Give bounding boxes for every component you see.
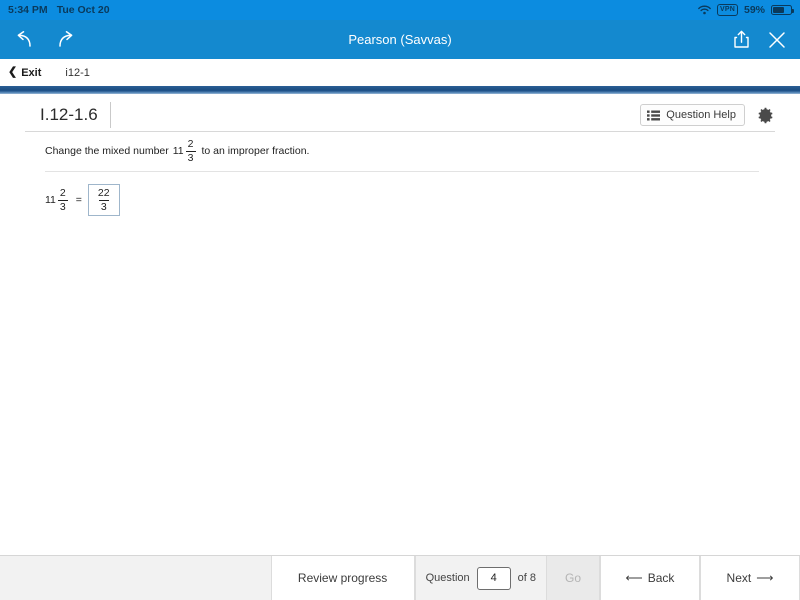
answer-mixed-numerator: 2 — [58, 188, 68, 200]
answer-input-box[interactable]: 22 3 — [88, 184, 120, 216]
question-number-input[interactable] — [477, 567, 511, 590]
app-title: Pearson (Savvas) — [0, 32, 800, 47]
app-toolbar-actions — [733, 30, 786, 49]
question-help-label: Question Help — [666, 109, 736, 121]
answer-row: 11 2 3 = 22 3 — [45, 184, 759, 216]
equals-sign: = — [76, 194, 82, 206]
question-help-button[interactable]: Question Help — [640, 104, 745, 126]
exercise-header-actions: Question Help — [640, 104, 774, 126]
breadcrumb: i12-1 — [65, 67, 89, 79]
status-bar-left: 5:34 PM Tue Oct 20 — [8, 4, 110, 16]
header-rule — [25, 131, 775, 132]
answer-entered-denominator[interactable]: 3 — [99, 200, 109, 213]
answer-mixed-denominator: 3 — [58, 200, 68, 213]
battery-icon — [771, 5, 792, 15]
question-divider — [45, 171, 759, 172]
question-mixed-whole: 11 — [173, 145, 184, 157]
exit-label: Exit — [21, 67, 41, 79]
answer-entered-numerator[interactable]: 22 — [96, 188, 112, 200]
back-label: Back — [648, 571, 675, 585]
exit-row: ❮ Exit i12-1 — [0, 59, 800, 86]
question-fraction-numerator: 2 — [186, 139, 196, 151]
question-prompt-before: Change the mixed number — [45, 145, 169, 157]
battery-percent: 59% — [744, 4, 765, 16]
back-button[interactable]: ⟵ Back — [600, 556, 700, 600]
next-button[interactable]: Next ⟶ — [700, 556, 800, 600]
wifi-icon — [698, 5, 711, 15]
answer-mixed-fraction: 2 3 — [58, 188, 68, 212]
forward-arrow-icon[interactable] — [56, 31, 76, 49]
status-bar-right: VPN 59% — [698, 4, 792, 16]
status-date: Tue Oct 20 — [57, 4, 110, 16]
exit-button[interactable]: ❮ Exit — [8, 67, 41, 79]
question-prompt-after: to an improper fraction. — [202, 145, 310, 157]
vpn-badge: VPN — [717, 4, 738, 16]
go-button[interactable]: Go — [546, 556, 600, 600]
question-fraction: 2 3 — [186, 139, 196, 163]
left-arrow-icon: ⟵ — [626, 572, 643, 584]
question-area: Change the mixed number 11 2 3 to an imp… — [45, 139, 759, 216]
chevron-left-icon: ❮ — [8, 67, 17, 78]
gear-icon[interactable] — [757, 107, 774, 124]
go-label: Go — [565, 571, 581, 585]
status-time: 5:34 PM — [8, 4, 48, 16]
question-prompt: Change the mixed number 11 2 3 to an imp… — [45, 139, 759, 163]
right-arrow-icon: ⟶ — [756, 572, 773, 584]
navy-divider-strip — [0, 86, 800, 94]
question-number-group: Question of 8 — [415, 556, 546, 600]
close-icon[interactable] — [768, 31, 786, 49]
app-screen: 5:34 PM Tue Oct 20 VPN 59% — [0, 0, 800, 600]
answer-mixed-whole: 11 — [45, 194, 56, 206]
list-bullets-icon — [647, 110, 660, 121]
exercise-header: I.12-1.6 Question Help — [0, 98, 800, 132]
question-fraction-denominator: 3 — [186, 151, 196, 164]
app-toolbar-nav — [14, 31, 76, 49]
status-bar: 5:34 PM Tue Oct 20 VPN 59% — [0, 0, 800, 20]
exercise-id: I.12-1.6 — [40, 102, 111, 128]
review-progress-label: Review progress — [298, 571, 387, 585]
answer-entered-fraction: 22 3 — [96, 188, 112, 212]
review-progress-button[interactable]: Review progress — [271, 556, 415, 600]
bottom-toolbar: Review progress Question of 8 Go ⟵ Back … — [0, 555, 800, 600]
question-number-label: Question — [426, 572, 470, 584]
next-label: Next — [727, 571, 752, 585]
app-toolbar: Pearson (Savvas) — [0, 20, 800, 59]
share-icon[interactable] — [733, 30, 750, 49]
question-total-label: of 8 — [518, 572, 536, 584]
back-arrow-icon[interactable] — [14, 31, 34, 49]
